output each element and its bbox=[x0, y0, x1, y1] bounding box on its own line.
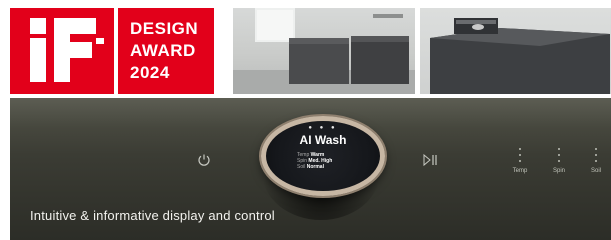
indicator-temp[interactable]: Temp bbox=[508, 148, 532, 174]
indicator-spin[interactable]: Spin bbox=[547, 148, 571, 174]
panel-caption: Intuitive & informative display and cont… bbox=[30, 208, 275, 223]
award-banner: DESIGN AWARD 2024 bbox=[0, 0, 611, 96]
washer-closeup-photo bbox=[420, 8, 611, 94]
dial-row: Soil Normal bbox=[297, 164, 324, 170]
award-line-2: AWARD bbox=[130, 41, 196, 60]
dial-page-dots: ● ● ● bbox=[308, 125, 338, 131]
indicator-soil[interactable]: Soil bbox=[584, 148, 608, 174]
if-logo-mark bbox=[30, 18, 104, 82]
dial-settings: Temp Warm Spin Med. High Soil Normal bbox=[297, 152, 357, 170]
award-line-1: DESIGN bbox=[130, 19, 199, 38]
play-pause-icon[interactable] bbox=[420, 153, 440, 170]
design-award-badge: DESIGN AWARD 2024 bbox=[118, 8, 214, 94]
power-icon[interactable] bbox=[194, 153, 214, 170]
dial-title: AI Wash bbox=[299, 133, 347, 147]
control-dial[interactable]: ● ● ● AI Wash Temp Warm Spin Med. High S… bbox=[261, 116, 385, 196]
award-line-3: 2024 bbox=[130, 63, 170, 82]
control-panel: ● ● ● AI Wash Temp Warm Spin Med. High S… bbox=[10, 98, 611, 240]
laundry-room-photo bbox=[233, 8, 415, 94]
if-logo bbox=[10, 8, 114, 94]
